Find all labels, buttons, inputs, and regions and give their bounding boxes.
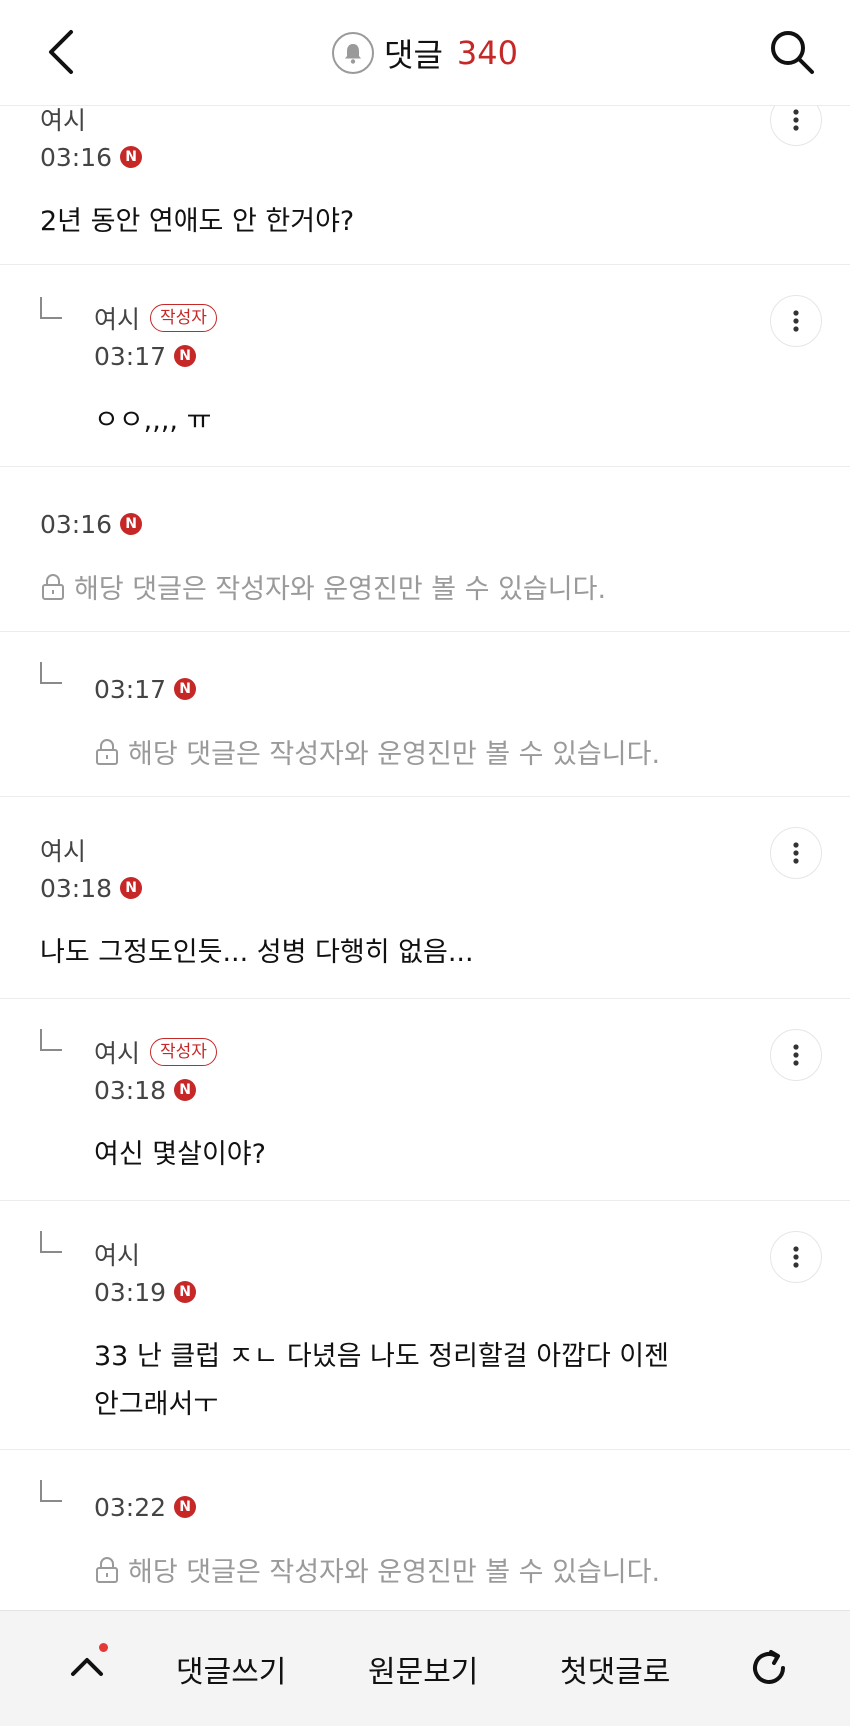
comment-reply-item: 여시 작성자 03:18 N 여신 몇살이야? — [0, 999, 850, 1201]
lock-icon — [96, 1556, 118, 1583]
comment-text-line: 여신 몇살이야? — [94, 1139, 266, 1170]
comment-text: 2년 동안 연애도 안 한거야? — [40, 198, 354, 246]
comment-reply-item-hidden: 03:22 N 해당 댓글은 작성자와 운영진만 볼 수 있습니다. — [0, 1450, 850, 1615]
comment-text: 여신 몇살이야? — [94, 1131, 266, 1179]
comment-time: 03:19 — [94, 1277, 167, 1307]
comment-author[interactable]: 여시 — [40, 101, 86, 137]
new-badge: N — [174, 1281, 197, 1303]
comment-text: 나도 그정도인듯... 성병 다행히 없음... — [40, 929, 474, 977]
comment-author[interactable]: 여시 — [94, 1236, 140, 1272]
lock-icon — [96, 738, 118, 765]
comment-text: ㅇㅇ,,,, ㅠ — [94, 397, 217, 445]
comment-author[interactable]: 여시 — [94, 1034, 140, 1070]
chevron-up-icon — [71, 1658, 103, 1676]
comment-time: 03:16 — [40, 142, 113, 172]
comment-time: 03:22 — [94, 1492, 167, 1522]
comment-reply-item: 여시 작성자 03:17 N ㅇㅇ,,,, ㅠ — [0, 265, 850, 467]
lock-icon — [42, 573, 64, 600]
new-badge: N — [174, 1496, 197, 1518]
comment-time: 03:16 — [40, 509, 113, 539]
comment-time: 03:18 — [94, 1075, 167, 1105]
reply-indicator-icon — [40, 1480, 62, 1502]
notification-toggle[interactable] — [332, 32, 375, 74]
more-vertical-icon — [793, 310, 799, 332]
refresh-button[interactable] — [744, 1643, 794, 1693]
comment-text: 33 난 클럽 ㅈㄴ 다녔음 나도 정리할걸 아깝다 이젠 안그래서ㅜ — [94, 1333, 669, 1429]
search-icon — [771, 31, 814, 74]
more-options-button[interactable] — [770, 1231, 822, 1283]
reply-indicator-icon — [40, 662, 62, 684]
more-vertical-icon — [793, 1044, 799, 1066]
new-badge: N — [120, 146, 143, 168]
comment-time: 03:18 — [40, 873, 113, 903]
more-options-button[interactable] — [770, 1029, 822, 1081]
hidden-comment-notice: 해당 댓글은 작성자와 운영진만 볼 수 있습니다. — [74, 574, 607, 605]
writer-badge: 작성자 — [150, 304, 217, 332]
bottom-toolbar: 댓글쓰기 원문보기 첫댓글로 — [0, 1610, 850, 1726]
notification-dot — [99, 1643, 108, 1652]
comment-text-line: 나도 그정도인듯... 성병 다행히 없음... — [40, 937, 474, 968]
page-title-label: 댓글 — [384, 36, 443, 74]
scroll-top-button[interactable] — [62, 1641, 112, 1691]
comment-list: 여시 03:16 N 2년 동안 연애도 안 한거야? 여시 작성자 03:17… — [0, 94, 850, 1615]
new-badge: N — [174, 345, 197, 367]
page-title: 댓글 340 — [0, 30, 850, 76]
reply-indicator-icon — [40, 297, 62, 319]
comment-item: 여시 03:16 N 2년 동안 연애도 안 한거야? — [0, 94, 850, 265]
new-badge: N — [120, 877, 143, 899]
hidden-comment-notice: 해당 댓글은 작성자와 운영진만 볼 수 있습니다. — [128, 1557, 661, 1588]
more-options-button[interactable] — [770, 827, 822, 879]
write-comment-button[interactable]: 댓글쓰기 — [176, 1647, 286, 1691]
writer-badge: 작성자 — [150, 1038, 217, 1066]
comment-time: 03:17 — [94, 674, 167, 704]
search-button[interactable] — [764, 24, 820, 80]
comment-count: 340 — [456, 34, 518, 72]
comment-item: 여시 03:18 N 나도 그정도인듯... 성병 다행히 없음... — [0, 797, 850, 999]
refresh-icon — [753, 1650, 785, 1684]
new-badge: N — [174, 678, 197, 700]
comment-author[interactable]: 여시 — [94, 300, 140, 336]
view-original-button[interactable]: 원문보기 — [368, 1647, 478, 1691]
bell-icon — [345, 44, 362, 64]
comment-reply-item-hidden: 03:17 N 해당 댓글은 작성자와 운영진만 볼 수 있습니다. — [0, 632, 850, 797]
more-vertical-icon — [793, 842, 799, 864]
comment-text-line: 2년 동안 연애도 안 한거야? — [40, 206, 355, 237]
reply-indicator-icon — [40, 1029, 62, 1051]
hidden-comment-notice: 해당 댓글은 작성자와 운영진만 볼 수 있습니다. — [128, 739, 661, 770]
comment-text-line: 안그래서ㅜ — [94, 1389, 219, 1420]
new-badge: N — [174, 1079, 197, 1101]
comment-time: 03:17 — [94, 341, 167, 371]
more-options-button[interactable] — [770, 295, 822, 347]
top-app-bar: 댓글 340 — [0, 0, 850, 106]
more-vertical-icon — [793, 1246, 799, 1268]
first-comment-button[interactable]: 첫댓글로 — [560, 1647, 670, 1691]
more-vertical-icon — [793, 109, 799, 131]
comment-reply-item: 여시 03:19 N 33 난 클럽 ㅈㄴ 다녔음 나도 정리할걸 아깝다 이젠… — [0, 1201, 850, 1450]
comment-author[interactable]: 여시 — [40, 832, 86, 868]
comment-text-line: 33 난 클럽 ㅈㄴ 다녔음 나도 정리할걸 아깝다 이젠 — [94, 1341, 669, 1372]
comment-item-hidden: 03:16 N 해당 댓글은 작성자와 운영진만 볼 수 있습니다. — [0, 467, 850, 632]
reply-indicator-icon — [40, 1231, 62, 1253]
comment-text-line: ㅇㅇ,,,, ㅠ — [94, 405, 212, 436]
new-badge: N — [120, 513, 143, 535]
